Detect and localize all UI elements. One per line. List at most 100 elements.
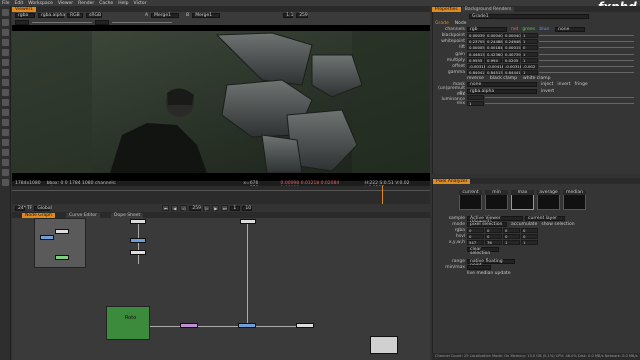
grade-param-value[interactable]: 0.9555 xyxy=(467,57,484,63)
node-graph[interactable]: Roto xyxy=(12,218,430,360)
rgba-a[interactable]: 0 xyxy=(521,227,538,233)
out-frame-field[interactable]: 10 xyxy=(242,205,253,211)
output-node[interactable] xyxy=(296,323,314,328)
tab-pixel-analyzer[interactable]: Pixel Analyzer xyxy=(433,179,471,184)
filter-icon[interactable] xyxy=(2,59,9,66)
unpremult-invert-checkbox[interactable]: invert xyxy=(541,89,554,94)
3d-icon[interactable] xyxy=(2,99,9,106)
clear-selection-button[interactable]: clear selection xyxy=(467,246,499,255)
grade-param-value[interactable]: 0.407397 xyxy=(503,51,523,57)
node-name-field[interactable]: Grade1 xyxy=(469,13,589,19)
furnace-icon[interactable] xyxy=(2,149,9,156)
inject-checkbox[interactable]: inject xyxy=(541,82,553,87)
grade-param-value[interactable]: -0.003187 xyxy=(467,63,489,69)
mix-field[interactable]: 1 xyxy=(467,101,484,107)
play-icon[interactable]: ▷ xyxy=(203,205,211,211)
grade-param-value[interactable]: 0.423609 xyxy=(485,51,505,57)
white-clamp-checkbox[interactable]: white clamp xyxy=(523,76,550,81)
rgba-b[interactable]: 0 xyxy=(503,227,520,233)
sample-select[interactable]: Active Viewer (Viewer1) xyxy=(467,215,523,224)
channel-select[interactable]: rgba.alpha xyxy=(38,13,65,18)
grade-param-slider[interactable] xyxy=(539,34,634,36)
channel-icon[interactable] xyxy=(2,39,9,46)
channels-select[interactable]: rgb xyxy=(467,26,507,32)
xywh-y[interactable]: 76 xyxy=(485,240,502,246)
hsvl-s[interactable]: 0 xyxy=(485,234,502,240)
color-icon[interactable] xyxy=(2,49,9,56)
menu-viewer[interactable]: Viewer xyxy=(58,1,73,6)
read-node[interactable] xyxy=(240,219,256,224)
mix-luminance-field[interactable] xyxy=(467,94,484,100)
navigator-panel[interactable] xyxy=(370,336,398,354)
menu-file[interactable]: File xyxy=(2,1,10,6)
hsvl-h[interactable]: 0 xyxy=(467,234,484,240)
menu-render[interactable]: Render xyxy=(78,1,94,6)
deep-icon[interactable] xyxy=(2,169,9,176)
last-frame-icon[interactable]: ⏭ xyxy=(221,205,229,211)
grade-param-slider[interactable] xyxy=(539,47,634,49)
menu-cache[interactable]: Cache xyxy=(99,1,113,6)
mode-select[interactable]: pixel selection xyxy=(467,221,507,227)
graph-minimap[interactable] xyxy=(34,218,86,268)
accumulate-checkbox[interactable]: accumulate xyxy=(511,222,537,227)
grade-param-slider[interactable] xyxy=(539,41,634,43)
minmax-select[interactable] xyxy=(467,264,491,270)
range-select[interactable]: Global xyxy=(34,205,52,211)
menu-victor[interactable]: Victor xyxy=(133,1,146,6)
merge-node[interactable] xyxy=(238,323,256,328)
read-node[interactable] xyxy=(130,219,146,224)
menu-help[interactable]: Help xyxy=(118,1,128,6)
grade-param-value[interactable]: 0.0205 xyxy=(503,57,520,63)
grade-node[interactable] xyxy=(130,238,146,243)
merge-icon[interactable] xyxy=(2,79,9,86)
grade-param-value[interactable]: 1 xyxy=(521,51,538,57)
grade-param-value[interactable]: -0.003187 xyxy=(503,63,525,69)
grade-param-value[interactable]: 1 xyxy=(521,32,538,38)
xywh-x[interactable]: 547 xyxy=(467,240,484,246)
grade-param-value[interactable]: 0.246482 xyxy=(503,39,523,45)
timeline[interactable] xyxy=(12,186,430,204)
black-clamp-checkbox[interactable]: black clamp xyxy=(490,76,517,81)
layer-select[interactable]: current layer xyxy=(525,215,565,221)
grade-param-value[interactable]: 0.244882 xyxy=(485,39,505,45)
green-checkbox[interactable]: green xyxy=(522,27,535,32)
play-back-icon[interactable]: ◁ xyxy=(180,205,188,211)
grade-param-value[interactable]: 0.446134 xyxy=(467,51,487,57)
grade-param-value[interactable]: 0.000058 xyxy=(467,45,487,51)
grade-param-slider[interactable] xyxy=(539,72,634,74)
gamma-slider[interactable] xyxy=(112,21,172,23)
display-select[interactable]: sRGB xyxy=(86,13,102,18)
grade-param-value[interactable]: -0.002 xyxy=(521,63,538,69)
red-checkbox[interactable]: red xyxy=(511,27,518,32)
grade-param-value[interactable]: 0.000159 xyxy=(503,45,523,51)
viewer-canvas[interactable] xyxy=(12,25,430,181)
live-median-checkbox[interactable]: live median update xyxy=(467,271,511,276)
layer-select[interactable]: rgba xyxy=(15,13,35,18)
tab-grade[interactable]: Grade xyxy=(435,21,449,26)
camera-icon[interactable] xyxy=(2,179,9,186)
grade-param-value[interactable]: 0.23705 xyxy=(467,39,485,45)
blue-checkbox[interactable]: blue xyxy=(539,27,549,32)
mask-select[interactable]: none xyxy=(467,82,537,88)
dot-node[interactable] xyxy=(130,250,146,255)
colorspace-select[interactable]: RGB xyxy=(67,13,83,18)
menu-workspace[interactable]: Workspace xyxy=(28,1,53,6)
prev-key-icon[interactable]: ◀ xyxy=(171,205,179,211)
rgba-g[interactable]: 0 xyxy=(485,227,502,233)
particles-icon[interactable] xyxy=(2,159,9,166)
in-frame-field[interactable]: 1 xyxy=(230,205,241,211)
grade-param-value[interactable]: 0.001843 xyxy=(485,45,505,51)
show-selection-checkbox[interactable]: show selection xyxy=(541,222,574,227)
grade-param-value[interactable]: 0.845133 xyxy=(485,70,505,76)
grade-param-value[interactable]: 1 xyxy=(521,57,538,63)
grade-param-value[interactable]: 1 xyxy=(521,39,538,45)
gamma-field[interactable] xyxy=(95,19,109,25)
tab-node[interactable]: Node xyxy=(455,21,467,26)
reverse-checkbox[interactable]: reverse xyxy=(467,76,484,81)
transform-icon[interactable] xyxy=(2,89,9,96)
grade-param-value[interactable]: 0.000394 xyxy=(467,32,487,38)
input-b-select[interactable]: Merge1 xyxy=(192,13,221,18)
grade-param-value[interactable]: 0.844413 xyxy=(503,70,523,76)
grade-param-value[interactable]: 0.994 xyxy=(485,57,502,63)
draw-icon[interactable] xyxy=(2,19,9,26)
